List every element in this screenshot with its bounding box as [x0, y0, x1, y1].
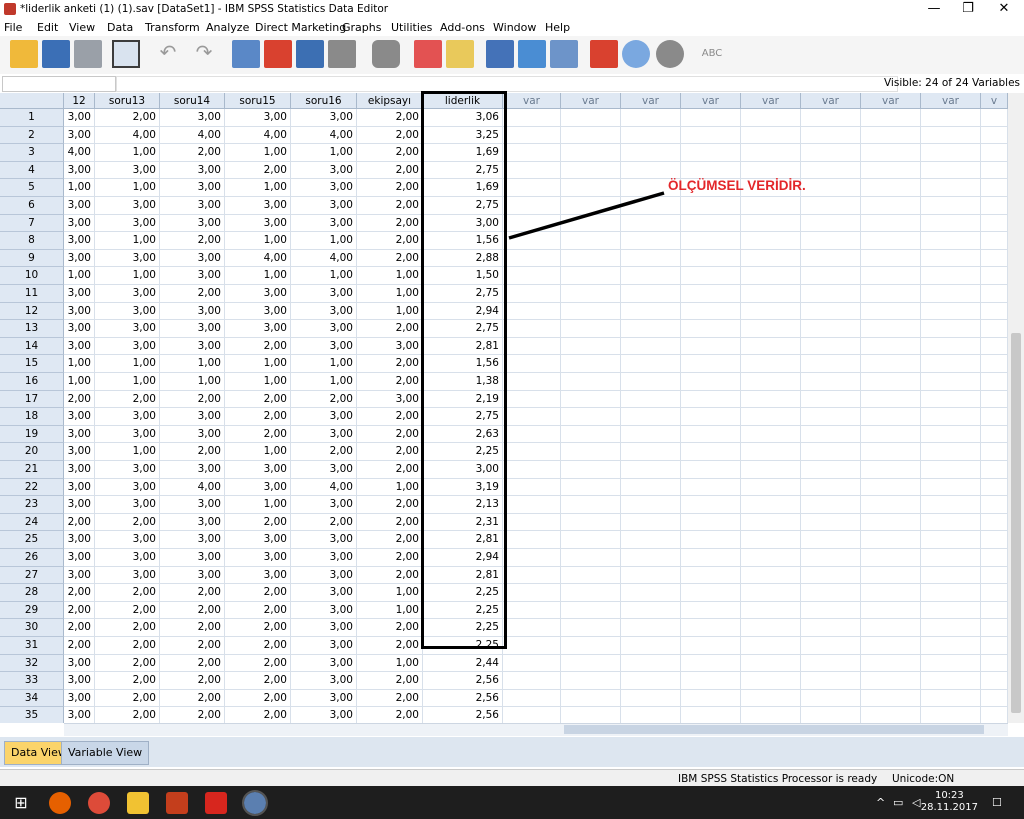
- spss-icon[interactable]: [242, 790, 268, 816]
- processor-status: IBM SPSS Statistics Processor is ready: [678, 773, 878, 785]
- pdf-icon[interactable]: [205, 792, 227, 814]
- status-bar: IBM SPSS Statistics Processor is ready U…: [0, 769, 1024, 787]
- tab-variable-view[interactable]: Variable View: [61, 741, 150, 765]
- taskbar-clock[interactable]: 10:23 28.11.2017: [921, 790, 978, 814]
- windows-taskbar: ⊞ ^ ▭ ◁ 10:23 28.11.2017 ☐: [0, 786, 1024, 819]
- tray-chevron-icon[interactable]: ^: [876, 796, 885, 809]
- firefox-icon[interactable]: [49, 792, 71, 814]
- notifications-icon[interactable]: ☐: [992, 796, 1002, 809]
- view-tabs: Data View Variable View: [0, 737, 1024, 767]
- clock-time: 10:23: [934, 790, 964, 801]
- powerpoint-icon[interactable]: [166, 792, 188, 814]
- network-icon[interactable]: ▭: [893, 796, 903, 809]
- unicode-status: Unicode:ON: [892, 773, 955, 785]
- windows-start-icon[interactable]: ⊞: [10, 792, 32, 814]
- annotation-text: ÖLÇÜMSEL VERİDİR.: [668, 178, 806, 193]
- file-explorer-icon[interactable]: [127, 792, 149, 814]
- annotation-line: [508, 191, 665, 240]
- volume-icon[interactable]: ◁: [912, 796, 920, 809]
- clock-date: 28.11.2017: [920, 802, 978, 813]
- chrome-icon[interactable]: [88, 792, 110, 814]
